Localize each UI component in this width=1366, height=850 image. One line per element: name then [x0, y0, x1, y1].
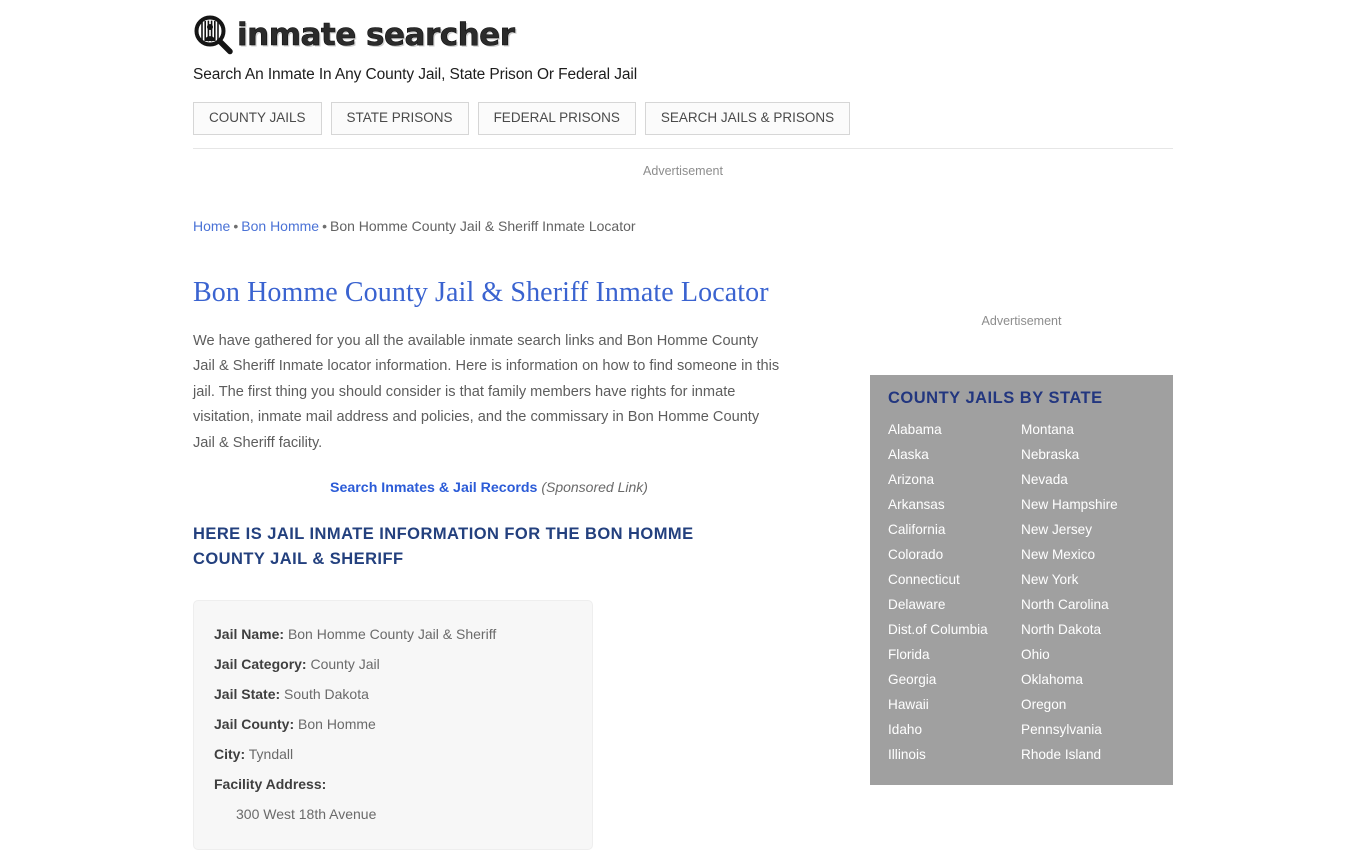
- state-link-georgia[interactable]: Georgia: [888, 667, 1021, 692]
- page-title: Bon Homme County Jail & Sheriff Inmate L…: [193, 277, 769, 308]
- top-advertisement-label: Advertisement: [643, 164, 723, 178]
- state-link-new-york[interactable]: New York: [1021, 567, 1155, 592]
- main-content: Home • Bon Homme • Bon Homme County Jail & S…: [193, 216, 793, 850]
- state-link-arizona[interactable]: Arizona: [888, 467, 1021, 492]
- state-link-colorado[interactable]: Colorado: [888, 542, 1021, 567]
- info-label: City:: [214, 746, 246, 763]
- info-label: Jail Category:: [214, 656, 307, 673]
- state-link-arkansas[interactable]: Arkansas: [888, 492, 1021, 517]
- state-link-nebraska[interactable]: Nebraska: [1021, 442, 1155, 467]
- search-inmates-jail-records-link[interactable]: Search Inmates & Jail Records: [330, 480, 537, 496]
- info-value: Bon Homme: [298, 716, 376, 733]
- main-nav: COUNTY JAILS STATE PRISONS FEDERAL PRISO…: [193, 102, 1173, 135]
- header-divider: [193, 148, 1173, 149]
- state-link-pennsylvania[interactable]: Pennsylvania: [1021, 717, 1155, 742]
- state-link-new-jersey[interactable]: New Jersey: [1021, 517, 1155, 542]
- state-link-ohio[interactable]: Ohio: [1021, 642, 1155, 667]
- site-logo[interactable]: inmate searcher: [193, 0, 1173, 62]
- county-jails-by-state-panel: COUNTY JAILS BY STATE Alabama Montana Al…: [870, 375, 1173, 785]
- state-link-north-dakota[interactable]: North Dakota: [1021, 617, 1155, 642]
- jail-info-box: Jail Name: Bon Homme County Jail & Sheri…: [193, 600, 593, 850]
- breadcrumb-county-link[interactable]: Bon Homme: [241, 218, 319, 234]
- breadcrumb-current: Bon Homme County Jail & Sheriff Inmate L…: [329, 218, 636, 234]
- state-link-alabama[interactable]: Alabama: [888, 417, 1021, 442]
- state-link-idaho[interactable]: Idaho: [888, 717, 1021, 742]
- sidebar-advertisement-label: Advertisement: [981, 314, 1062, 328]
- breadcrumb-home-link[interactable]: Home: [193, 218, 230, 234]
- state-link-north-carolina[interactable]: North Carolina: [1021, 592, 1155, 617]
- nav-item-state-prisons[interactable]: STATE PRISONS: [330, 102, 469, 135]
- facility-address-line1: 300 West 18th Avenue: [236, 806, 377, 823]
- info-row-jail-name: Jail Name: Bon Homme County Jail & Sheri…: [214, 619, 572, 649]
- state-link-oklahoma[interactable]: Oklahoma: [1021, 667, 1155, 692]
- state-link-nevada[interactable]: Nevada: [1021, 467, 1155, 492]
- info-label: Facility Address:: [214, 776, 327, 793]
- nav-item-federal-prisons[interactable]: FEDERAL PRISONS: [477, 102, 636, 135]
- nav-item-search-jails-prisons[interactable]: SEARCH JAILS & PRISONS: [644, 102, 851, 135]
- state-link-connecticut[interactable]: Connecticut: [888, 567, 1021, 592]
- state-link-california[interactable]: California: [888, 517, 1021, 542]
- info-row-jail-category: Jail Category: County Jail: [214, 649, 572, 679]
- info-value: Bon Homme County Jail & Sheriff: [287, 626, 497, 643]
- site-tagline: Search An Inmate In Any County Jail, Sta…: [193, 66, 638, 83]
- state-link-montana[interactable]: Montana: [1021, 417, 1155, 442]
- breadcrumb-separator: •: [233, 218, 239, 234]
- state-link-new-mexico[interactable]: New Mexico: [1021, 542, 1155, 567]
- sponsored-link-note: (Sponsored Link): [541, 479, 648, 496]
- state-link-oregon[interactable]: Oregon: [1021, 692, 1155, 717]
- state-link-florida[interactable]: Florida: [888, 642, 1021, 667]
- state-link-dist-of-columbia[interactable]: Dist.of Columbia: [888, 617, 1021, 642]
- intro-paragraph: We have gathered for you all the availab…: [193, 332, 780, 451]
- magnifier-jail-icon: [193, 15, 233, 55]
- info-row-city: City: Tyndall: [214, 739, 572, 769]
- state-link-grid: Alabama Montana Alaska Nebraska Arizona …: [888, 417, 1155, 767]
- info-row-jail-county: Jail County: Bon Homme: [214, 709, 572, 739]
- state-link-alaska[interactable]: Alaska: [888, 442, 1021, 467]
- state-link-hawaii[interactable]: Hawaii: [888, 692, 1021, 717]
- sponsored-link-row: Search Inmates & Jail Records (Sponsored…: [193, 456, 785, 496]
- info-value: County Jail: [310, 656, 380, 673]
- state-link-new-hampshire[interactable]: New Hampshire: [1021, 492, 1155, 517]
- breadcrumb-separator: •: [322, 218, 327, 234]
- logo-wordmark: inmate searcher: [237, 16, 516, 53]
- site-header: inmate searcher Search An Inmate In Any …: [193, 0, 1173, 135]
- info-label: Jail State:: [214, 686, 281, 703]
- section-heading: HERE IS JAIL INMATE INFORMATION FOR THE …: [193, 525, 694, 569]
- state-link-illinois[interactable]: Illinois: [888, 742, 1021, 767]
- info-row-facility-address: Facility Address:: [214, 769, 572, 799]
- info-label: Jail Name:: [214, 626, 285, 643]
- nav-item-county-jails[interactable]: COUNTY JAILS: [193, 102, 322, 135]
- page-root: inmate searcher Search An Inmate In Any …: [0, 0, 1366, 850]
- state-link-delaware[interactable]: Delaware: [888, 592, 1021, 617]
- sidebar-title: COUNTY JAILS BY STATE: [888, 389, 1103, 407]
- info-value: Tyndall: [248, 746, 294, 763]
- info-label: Jail County:: [214, 716, 295, 733]
- info-row-jail-state: Jail State: South Dakota: [214, 679, 572, 709]
- breadcrumb: Home • Bon Homme • Bon Homme County Jail & S…: [193, 216, 793, 236]
- state-link-rhode-island[interactable]: Rhode Island: [1021, 742, 1155, 767]
- info-value: South Dakota: [284, 686, 369, 703]
